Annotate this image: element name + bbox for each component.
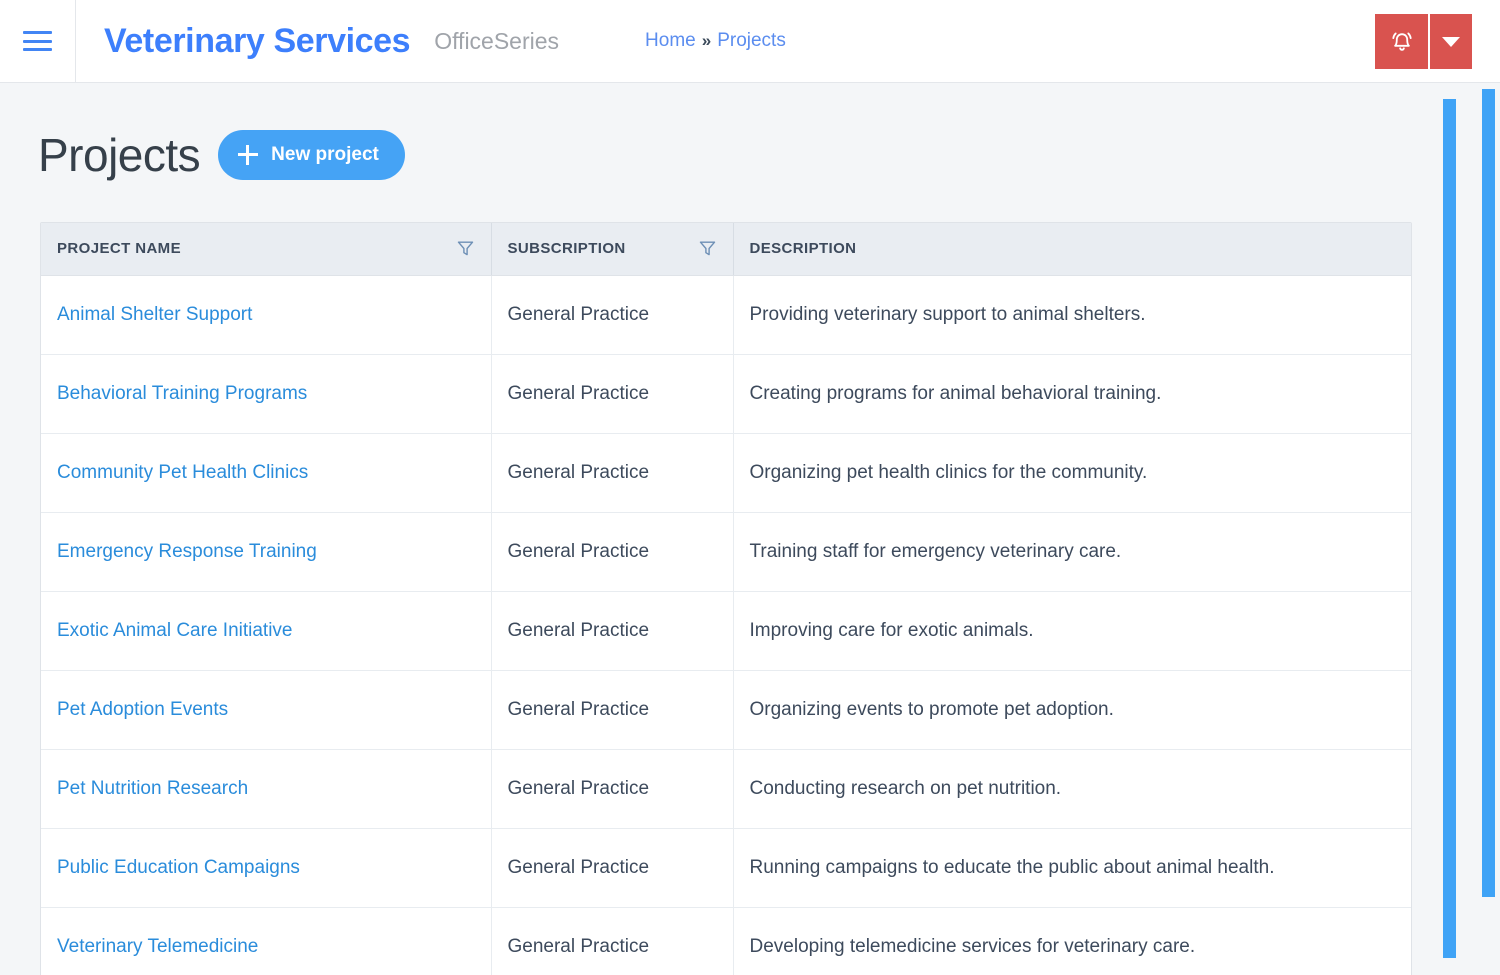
table-row: Emergency Response Training General Pract… <box>41 512 1411 592</box>
brand-title: Veterinary Services <box>104 21 411 60</box>
outer-scrollbar-thumb[interactable] <box>1482 89 1495 897</box>
column-header-project-name[interactable]: PROJECT NAME <box>41 223 492 276</box>
cell-description: Training staff for emergency veterinary … <box>733 512 1411 592</box>
project-link[interactable]: Pet Nutrition Research <box>57 778 248 799</box>
cell-subscription: General Practice <box>491 828 734 908</box>
cell-description: Providing veterinary support to animal s… <box>733 275 1411 355</box>
notifications-button[interactable] <box>1375 14 1430 69</box>
new-project-button-label: New project <box>271 144 379 165</box>
cell-project-name: Animal Shelter Support <box>41 275 492 355</box>
project-link[interactable]: Veterinary Telemedicine <box>57 936 258 957</box>
plus-icon <box>238 145 259 165</box>
cell-subscription: General Practice <box>491 591 734 671</box>
projects-table-body: Animal Shelter Support General Practice Pr… <box>41 275 1411 975</box>
cell-subscription: General Practice <box>491 354 734 434</box>
chevron-down-icon <box>1442 36 1460 47</box>
projects-table: PROJECT NAME SUBSCRIPTION DESCRIPTION An… <box>41 223 1411 975</box>
brand-subtitle: OfficeSeries <box>434 27 560 54</box>
breadcrumb-link-projects[interactable]: Projects <box>717 30 786 52</box>
cell-subscription: General Practice <box>491 749 734 829</box>
alarm-bell-icon <box>1391 32 1412 51</box>
project-link[interactable]: Community Pet Health Clinics <box>57 462 308 483</box>
project-link[interactable]: Pet Adoption Events <box>57 699 228 720</box>
cell-project-name: Public Education Campaigns <box>41 828 492 908</box>
table-row: Public Education Campaigns General Practi… <box>41 828 1411 908</box>
cell-subscription: General Practice <box>491 275 734 355</box>
breadcrumb: Home » Projects <box>645 30 786 52</box>
header-actions <box>1375 14 1472 69</box>
page-title: Projects <box>38 129 201 181</box>
cell-project-name: Community Pet Health Clinics <box>41 433 492 513</box>
projects-table-card: PROJECT NAME SUBSCRIPTION DESCRIPTION An… <box>40 222 1412 975</box>
user-menu-dropdown-button[interactable] <box>1430 14 1472 69</box>
page-content: Projects New project PROJECT NAME SUBSCR… <box>0 83 1428 975</box>
filter-icon-project-name[interactable] <box>456 239 475 258</box>
cell-project-name: Exotic Animal Care Initiative <box>41 591 492 671</box>
column-header-project-name-label: PROJECT NAME <box>57 240 181 258</box>
cell-subscription: General Practice <box>491 433 734 513</box>
cell-project-name: Pet Adoption Events <box>41 670 492 750</box>
cell-subscription: General Practice <box>491 907 734 975</box>
inner-scrollbar-thumb[interactable] <box>1443 99 1456 958</box>
column-header-subscription-label: SUBSCRIPTION <box>507 240 626 258</box>
cell-description: Developing telemedicine services for vet… <box>733 907 1411 975</box>
new-project-button[interactable]: New project <box>218 130 405 180</box>
project-link[interactable]: Exotic Animal Care Initiative <box>57 620 293 641</box>
outer-scrollbar-track[interactable] <box>1482 83 1495 975</box>
column-header-description[interactable]: DESCRIPTION <box>733 223 1411 276</box>
breadcrumb-separator-icon: » <box>701 31 712 50</box>
table-row: Animal Shelter Support General Practice Pr… <box>41 275 1411 355</box>
project-link[interactable]: Emergency Response Training <box>57 541 317 562</box>
cell-description: Organizing events to promote pet adoptio… <box>733 670 1411 750</box>
cell-description: Organizing pet health clinics for the co… <box>733 433 1411 513</box>
project-link[interactable]: Animal Shelter Support <box>57 304 252 325</box>
column-header-subscription[interactable]: SUBSCRIPTION <box>491 223 734 276</box>
table-row: Pet Adoption Events General Practice Organ… <box>41 670 1411 750</box>
hamburger-icon <box>23 31 52 51</box>
cell-project-name: Emergency Response Training <box>41 512 492 592</box>
project-link[interactable]: Behavioral Training Programs <box>57 383 307 404</box>
cell-project-name: Behavioral Training Programs <box>41 354 492 434</box>
cell-description: Creating programs for animal behavioral … <box>733 354 1411 434</box>
top-header-bar: Veterinary Services OfficeSeries Home » … <box>0 0 1500 83</box>
table-row: Veterinary Telemedicine General Practice D… <box>41 907 1411 975</box>
project-link[interactable]: Public Education Campaigns <box>57 857 300 878</box>
cell-project-name: Pet Nutrition Research <box>41 749 492 829</box>
cell-subscription: General Practice <box>491 670 734 750</box>
table-row: Exotic Animal Care Initiative General Pra… <box>41 591 1411 671</box>
inner-scrollbar-track[interactable] <box>1443 83 1456 975</box>
table-row: Behavioral Training Programs General Prac… <box>41 354 1411 434</box>
cell-description: Conducting research on pet nutrition. <box>733 749 1411 829</box>
breadcrumb-link-home[interactable]: Home <box>645 30 696 52</box>
table-row: Pet Nutrition Research General Practice Co… <box>41 749 1411 829</box>
cell-subscription: General Practice <box>491 512 734 592</box>
cell-description: Improving care for exotic animals. <box>733 591 1411 671</box>
cell-description: Running campaigns to educate the public … <box>733 828 1411 908</box>
page-header: Projects New project <box>0 83 1428 182</box>
filter-icon-subscription[interactable] <box>698 239 717 258</box>
table-row: Community Pet Health Clinics General Prac… <box>41 433 1411 513</box>
cell-project-name: Veterinary Telemedicine <box>41 907 492 975</box>
column-header-description-label: DESCRIPTION <box>749 240 857 258</box>
menu-toggle-button[interactable] <box>0 0 76 83</box>
table-header-row: PROJECT NAME SUBSCRIPTION DESCRIPTION <box>41 223 1411 276</box>
